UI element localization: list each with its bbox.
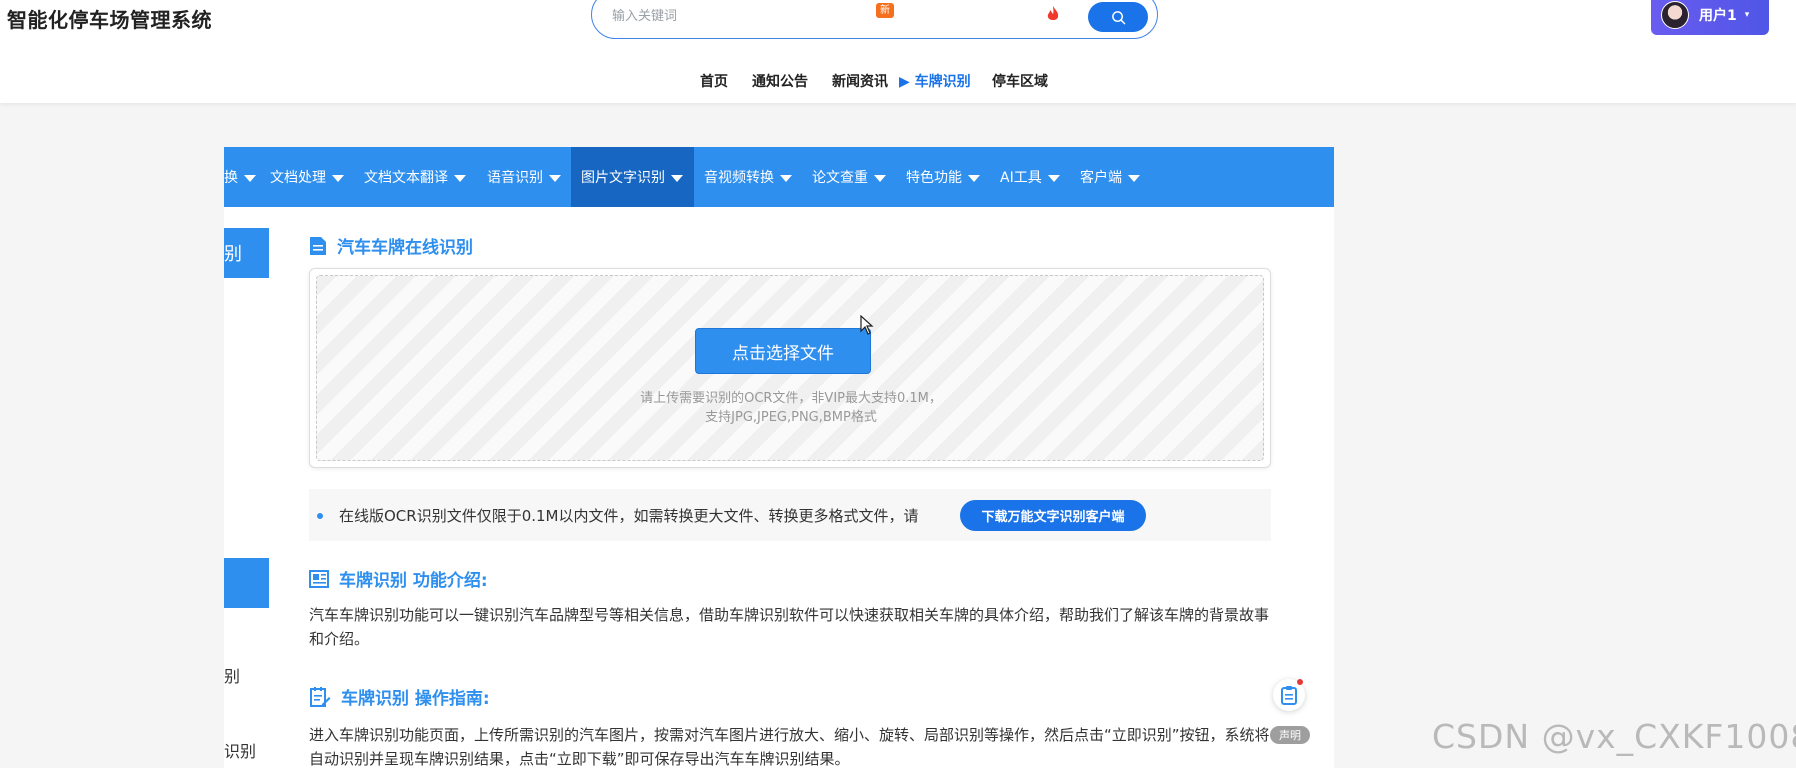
menu-item-label: AI工具 [1000,170,1042,186]
sidebar-item-active[interactable]: 别 [224,228,269,278]
top-nav-home[interactable]: 首页 [700,71,728,91]
menu-item-speech-recognition[interactable]: 语音识别 [487,147,561,207]
user-menu-button[interactable]: 用户1 ▾ [1651,0,1769,35]
caret-down-icon [1128,174,1140,182]
document-icon [309,236,327,256]
caret-down-icon [549,174,561,182]
menu-item-client[interactable]: 客户端 [1080,147,1140,207]
choose-file-button[interactable]: 点击选择文件 [695,328,871,374]
clipboard-icon [1281,686,1297,705]
caret-down-icon [1047,174,1060,182]
menu-item-label: 文档文本翻译 [364,170,448,186]
download-client-button[interactable]: 下载万能文字识别客户端 [960,500,1146,531]
upload-section-title: 汽车车牌在线识别 [309,233,473,258]
newspaper-icon [309,569,329,589]
notice-bar: 在线版OCR识别文件仅限于0.1M以内文件，如需转换更大文件、转换更多格式文件，… [309,489,1271,541]
caret-down-icon [332,174,344,182]
sidebar-item-label: 别 [224,244,242,265]
new-badge: 新 [876,3,894,18]
notice-text: 在线版OCR识别文件仅限于0.1M以内文件，如需转换更大文件、转换更多格式文件，… [339,507,919,525]
caret-down-icon [671,174,683,182]
sidebar-item-label[interactable]: 别 [224,663,240,687]
section-title-text: 车牌识别 操作指南: [341,689,490,709]
fire-icon [1047,6,1059,20]
site-header: 智能化停车场管理系统 用户1 ▾ 首页 通知公告 新闻资讯 ▶ 车牌识别 停车区… [0,0,1796,103]
top-nav-parking-area[interactable]: 停车区域 [992,71,1048,91]
menu-item-ai-tools[interactable]: AI工具 [1000,147,1060,207]
caret-down-icon [244,174,256,182]
search-button[interactable] [1088,2,1148,32]
menu-item-av-convert[interactable]: 音视频转换 [704,147,792,207]
tool-menu-bar: 换 文档处理 文档文本翻译 语音识别 图片文字识别 音视频转换 论文查重 特色功… [224,147,1334,207]
menu-item-label: 图片文字识别 [581,170,665,186]
upload-hint-line1: 请上传需要识别的OCR文件，非VIP最大支持0.1M， [640,391,942,406]
search-icon [1111,10,1125,24]
top-nav-notice[interactable]: 通知公告 [752,71,808,91]
user-name: 用户1 [1699,7,1737,24]
search-input[interactable] [612,3,1052,29]
site-title: 智能化停车场管理系统 [7,8,212,32]
notification-dot [1297,679,1303,685]
upload-area[interactable]: 点击选择文件 请上传需要识别的OCR文件，非VIP最大支持0.1M， 支持JPG… [309,268,1271,468]
guide-paragraph: 进入车牌识别功能页面，上传所需识别的汽车图片，按需对汽车图片进行放大、缩小、旋转… [309,726,1270,768]
menu-item-label: 特色功能 [906,170,962,186]
bullet-dot [317,513,323,519]
intro-paragraph: 汽车车牌识别功能可以一键识别汽车品牌型号等相关信息，借助车牌识别软件可以快速获取… [309,606,1270,648]
section-title-text: 汽车车牌在线识别 [337,238,473,258]
section-title-text: 车牌识别 功能介绍: [339,571,488,591]
sidebar-item-label[interactable]: 识别 [224,738,256,762]
mouse-cursor-icon [860,315,874,335]
chevron-down-icon: ▾ [1744,9,1750,20]
avatar [1661,0,1689,29]
caret-down-icon [874,174,886,182]
caret-down-icon [968,174,980,182]
menu-item-label: 语音识别 [487,170,543,186]
declaration-button[interactable]: 声明 [1270,726,1310,744]
watermark: CSDN @vx_CXKF10088 [1432,717,1796,756]
top-nav-plate-recognition[interactable]: ▶ 车牌识别 [899,71,971,91]
menu-item-convert[interactable]: 换 [224,147,256,207]
menu-item-paper-check[interactable]: 论文查重 [812,147,886,207]
menu-item-label: 客户端 [1080,170,1122,186]
upload-hint-line2: 支持JPG,JPEG,PNG,BMP格式 [705,410,877,425]
guide-section-title: 车牌识别 操作指南: [309,684,490,709]
menu-item-label: 音视频转换 [704,170,774,186]
intro-section-title: 车牌识别 功能介绍: [309,566,488,591]
menu-item-label: 论文查重 [812,170,868,186]
menu-item-doc-translate[interactable]: 文档文本翻译 [364,147,466,207]
menu-item-label: 换 [224,170,238,186]
upload-dropzone[interactable]: 点击选择文件 请上传需要识别的OCR文件，非VIP最大支持0.1M， 支持JPG… [316,275,1264,461]
menu-item-image-ocr[interactable]: 图片文字识别 [571,147,694,207]
top-nav: 首页 通知公告 新闻资讯 ▶ 车牌识别 停车区域 [0,71,1796,91]
menu-item-label: 文档处理 [270,170,326,186]
caret-down-icon [780,174,792,182]
search-box [591,0,1158,39]
menu-item-doc-processing[interactable]: 文档处理 [270,147,344,207]
top-nav-news[interactable]: 新闻资讯 [832,71,888,91]
caret-down-icon [454,174,466,182]
sidebar-item-block[interactable] [224,558,269,608]
edit-note-icon [309,686,331,708]
menu-item-features[interactable]: 特色功能 [906,147,980,207]
